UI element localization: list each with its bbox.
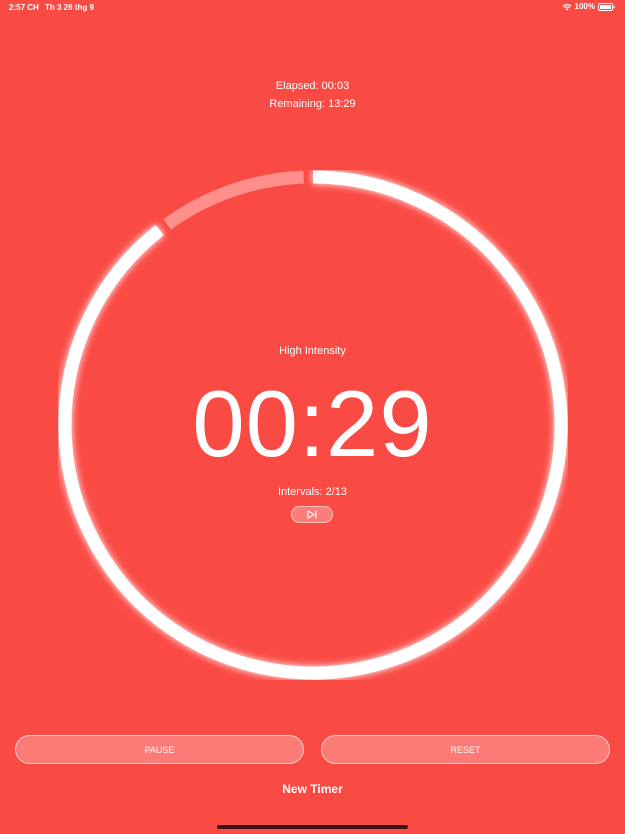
skip-forward-icon [307,510,317,519]
reset-button[interactable]: RESET [321,735,610,764]
status-indicators: 100% [562,2,615,11]
status-time: 2:57 CH [9,3,39,12]
status-bar: 2:57 CH Th 3 26 thg 9 100% [0,0,625,16]
skip-interval-button[interactable] [291,506,333,523]
battery-icon [598,2,615,11]
remaining-time: Remaining: 13:29 [269,98,356,110]
wifi-icon [562,3,572,11]
battery-percentage: 100% [574,2,595,11]
countdown-display: 00:29 [192,371,433,476]
home-indicator [217,825,408,829]
status-date: Th 3 26 thg 9 [45,3,94,12]
interval-name: High Intensity [279,345,346,357]
new-timer-button[interactable]: New Timer [0,782,625,796]
progress-ring-elapsed [163,170,304,230]
elapsed-time: Elapsed: 00:03 [275,80,350,92]
interval-counter: Intervals: 2/13 [277,486,348,498]
pause-button[interactable]: PAUSE [15,735,304,764]
